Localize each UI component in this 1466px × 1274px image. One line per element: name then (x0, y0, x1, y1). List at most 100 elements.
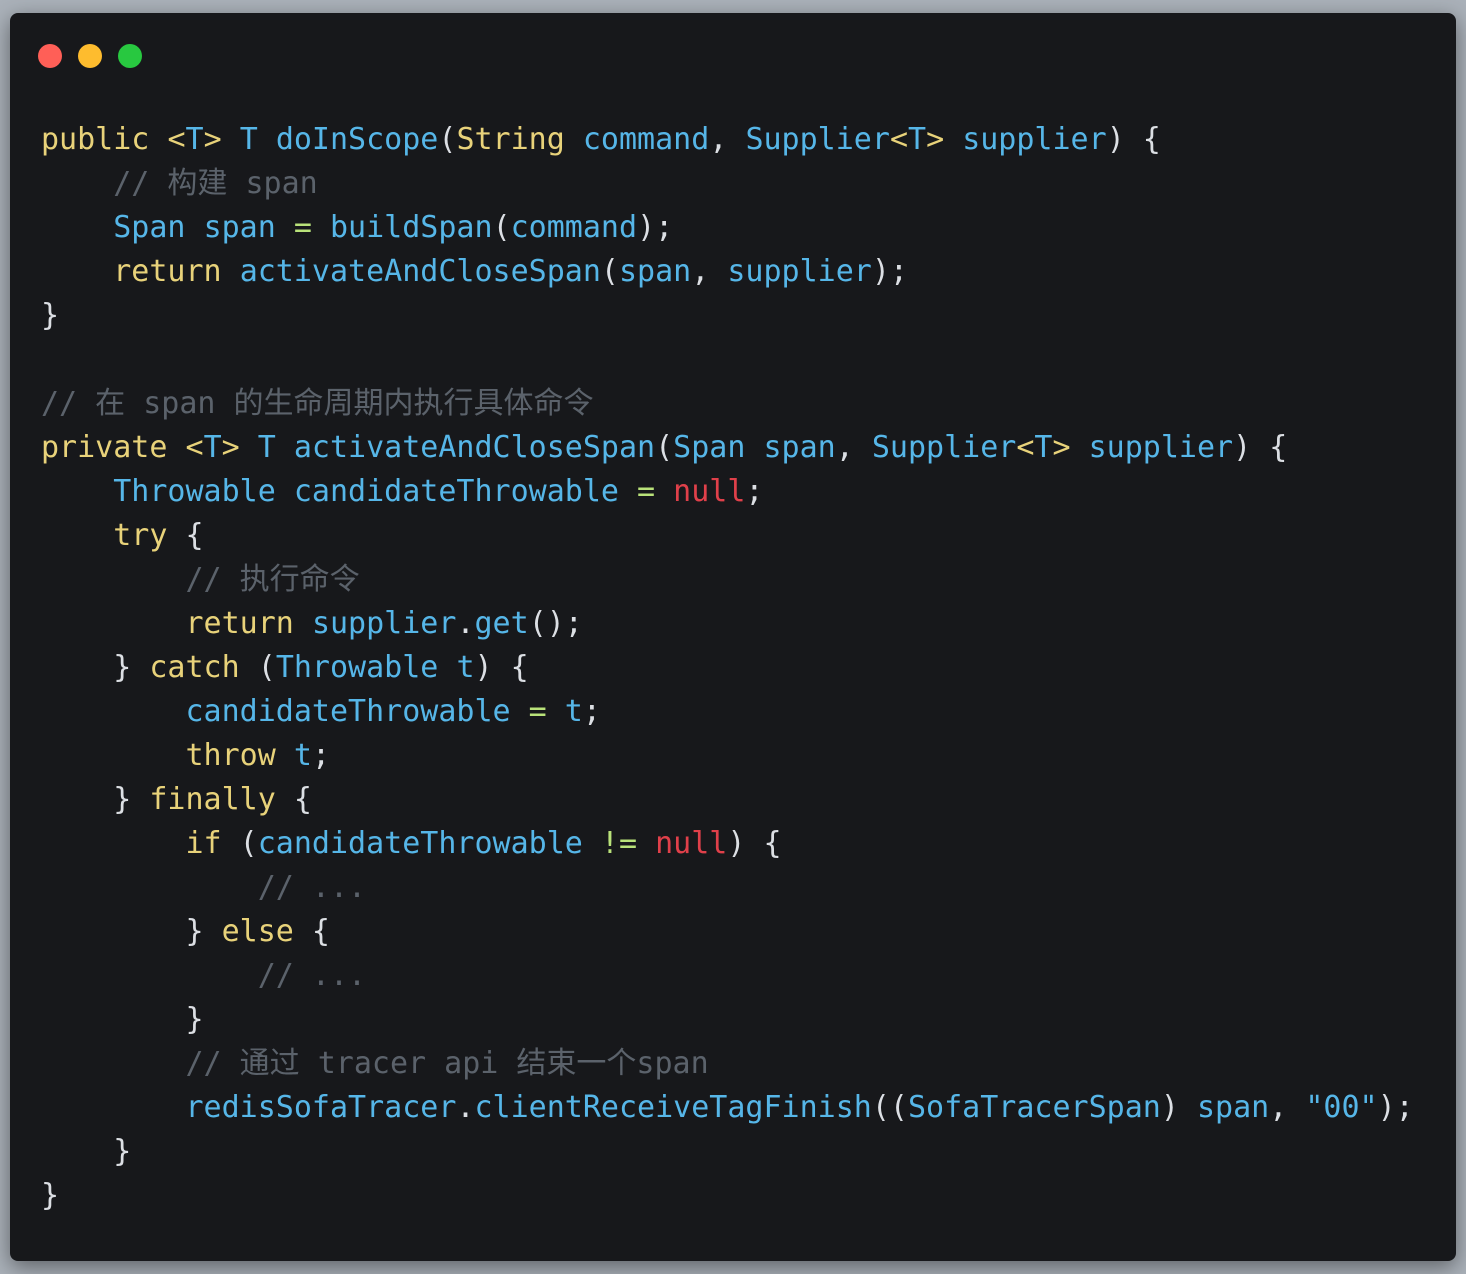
punctuation (41, 606, 186, 641)
punctuation: , (835, 430, 872, 465)
code-line: } (41, 1130, 1414, 1174)
identifier: span (203, 210, 276, 245)
punctuation (745, 430, 763, 465)
code-line: } (41, 1174, 1414, 1218)
punctuation (41, 1046, 186, 1081)
punctuation (41, 826, 186, 861)
zoom-button[interactable] (118, 44, 142, 68)
identifier: supplier (962, 122, 1107, 157)
type-name: T (257, 430, 276, 465)
punctuation (41, 518, 113, 553)
keyword: < (167, 122, 186, 157)
punctuation: ( (438, 122, 457, 157)
punctuation: ; (745, 474, 764, 509)
identifier: command (582, 122, 710, 157)
close-button[interactable] (38, 44, 62, 68)
punctuation: . (456, 606, 475, 641)
punctuation (41, 694, 186, 729)
punctuation (511, 694, 529, 729)
identifier: candidateThrowable (257, 826, 583, 861)
punctuation (149, 122, 167, 157)
punctuation: } (41, 650, 150, 685)
punctuation: , (709, 122, 746, 157)
identifier: redisSofaTracer (185, 1090, 457, 1125)
keyword: return (113, 254, 222, 289)
keyword: private (41, 430, 168, 465)
identifier: command (510, 210, 638, 245)
punctuation (41, 254, 113, 289)
punctuation: ); (637, 210, 674, 245)
code-line: // ... (41, 866, 1414, 910)
operator: = (528, 694, 547, 729)
punctuation (438, 650, 456, 685)
identifier: candidateThrowable (185, 694, 511, 729)
punctuation: } (41, 1002, 204, 1037)
keyword: < (1016, 430, 1035, 465)
code-line: candidateThrowable = t; (41, 690, 1414, 734)
code-line: redisSofaTracer.clientReceiveTagFinish((… (41, 1086, 1414, 1130)
punctuation: } (41, 914, 222, 949)
keyword: finally (149, 782, 276, 817)
identifier: t (564, 694, 583, 729)
operator: = (637, 474, 656, 509)
code-line: } else { (41, 910, 1414, 954)
code-line: // 执行命令 (41, 558, 1414, 602)
null-literal: null (655, 826, 728, 861)
punctuation: { (167, 518, 204, 553)
type-name: Supplier (871, 430, 1017, 465)
code-line: Throwable candidateThrowable = null; (41, 470, 1414, 514)
punctuation (41, 474, 113, 509)
punctuation: { (293, 914, 330, 949)
keyword: else (221, 914, 294, 949)
punctuation (276, 210, 294, 245)
punctuation (258, 122, 276, 157)
code-line: private <T> T activateAndCloseSpan(Span … (41, 426, 1414, 470)
punctuation: ); (1377, 1090, 1414, 1125)
type-name: Supplier (745, 122, 890, 157)
punctuation (312, 210, 330, 245)
type-name: T (908, 122, 927, 157)
keyword: String (456, 122, 565, 157)
identifier: t (293, 738, 312, 773)
keyword: return (185, 606, 294, 641)
code-line: // 通过 tracer api 结束一个span (41, 1042, 1414, 1086)
punctuation: ) { (1233, 430, 1288, 465)
punctuation (41, 562, 186, 597)
keyword: catch (149, 650, 240, 685)
punctuation: ; (311, 738, 330, 773)
punctuation (41, 738, 186, 773)
type-name: T (1034, 430, 1053, 465)
punctuation: ( (600, 254, 619, 289)
identifier: supplier (311, 606, 457, 641)
punctuation (186, 210, 204, 245)
keyword: throw (185, 738, 276, 773)
punctuation (222, 254, 240, 289)
code-line: try { (41, 514, 1414, 558)
code-line: if (candidateThrowable != null) { (41, 822, 1414, 866)
punctuation: ) { (1106, 122, 1161, 157)
punctuation (41, 958, 258, 993)
comment: // 在 span 的生命周期内执行具体命令 (41, 386, 594, 421)
type-name: Span (113, 210, 186, 245)
punctuation (1071, 430, 1089, 465)
code-line: } catch (Throwable t) { (41, 646, 1414, 690)
punctuation: ) { (727, 826, 782, 861)
punctuation (41, 1090, 186, 1125)
type-name: T (185, 122, 204, 157)
punctuation (41, 166, 113, 201)
punctuation (655, 474, 673, 509)
code-line: } (41, 998, 1414, 1042)
function-name: buildSpan (330, 210, 493, 245)
code-line: public <T> T doInScope(String command, S… (41, 118, 1414, 162)
punctuation: ( (221, 826, 258, 861)
function-name: activateAndCloseSpan (239, 254, 601, 289)
punctuation: ( (655, 430, 674, 465)
punctuation (944, 122, 962, 157)
identifier: supplier (727, 254, 872, 289)
punctuation (565, 122, 583, 157)
punctuation (222, 122, 240, 157)
minimize-button[interactable] (78, 44, 102, 68)
comment: // 构建 span (113, 166, 318, 201)
operator: = (293, 210, 312, 245)
